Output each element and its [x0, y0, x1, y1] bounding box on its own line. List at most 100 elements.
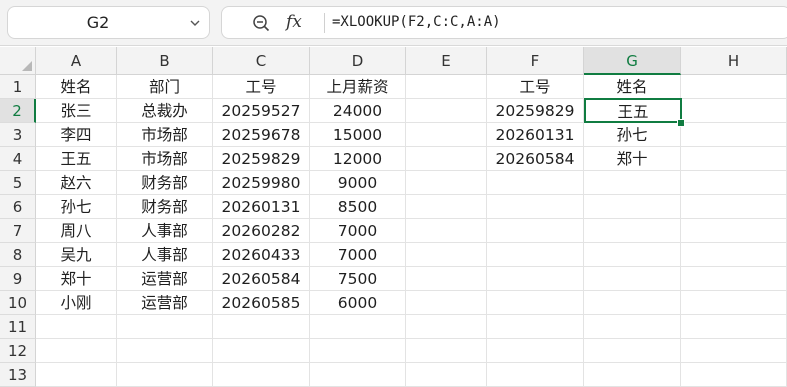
cell-h4[interactable] [681, 147, 787, 171]
row-header-8[interactable]: 8 [0, 243, 36, 267]
cell-g10[interactable] [584, 291, 681, 315]
cell-d6[interactable]: 8500 [310, 195, 406, 219]
cell-g6[interactable] [584, 195, 681, 219]
cell-f9[interactable] [487, 267, 584, 291]
cell-a13[interactable] [36, 363, 117, 387]
cell-h3[interactable] [681, 123, 787, 147]
cell-c3[interactable]: 20259678 [213, 123, 310, 147]
cell-e3[interactable] [406, 123, 487, 147]
cell-h12[interactable] [681, 339, 787, 363]
cell-h7[interactable] [681, 219, 787, 243]
cell-c7[interactable]: 20260282 [213, 219, 310, 243]
cell-f12[interactable] [487, 339, 584, 363]
row-header-7[interactable]: 7 [0, 219, 36, 243]
column-header-c[interactable]: C [213, 47, 310, 75]
cell-a1[interactable]: 姓名 [36, 75, 117, 99]
cell-d1[interactable]: 上月薪资 [310, 75, 406, 99]
cell-c6[interactable]: 20260131 [213, 195, 310, 219]
cell-c11[interactable] [213, 315, 310, 339]
column-header-e[interactable]: E [406, 47, 487, 75]
cell-e8[interactable] [406, 243, 487, 267]
chevron-down-icon[interactable] [189, 17, 201, 29]
cell-h2[interactable] [681, 99, 787, 123]
cell-e13[interactable] [406, 363, 487, 387]
cell-c1[interactable]: 工号 [213, 75, 310, 99]
cell-g7[interactable] [584, 219, 681, 243]
row-header-5[interactable]: 5 [0, 171, 36, 195]
function-icon[interactable]: fx [286, 10, 312, 34]
cell-h6[interactable] [681, 195, 787, 219]
cell-f10[interactable] [487, 291, 584, 315]
cell-f8[interactable] [487, 243, 584, 267]
cell-a9[interactable]: 郑十 [36, 267, 117, 291]
cell-b2[interactable]: 总裁办 [117, 99, 213, 123]
cell-c4[interactable]: 20259829 [213, 147, 310, 171]
cell-f6[interactable] [487, 195, 584, 219]
cell-g13[interactable] [584, 363, 681, 387]
cell-d11[interactable] [310, 315, 406, 339]
cell-e7[interactable] [406, 219, 487, 243]
cell-g9[interactable] [584, 267, 681, 291]
cell-e11[interactable] [406, 315, 487, 339]
cell-h11[interactable] [681, 315, 787, 339]
row-header-13[interactable]: 13 [0, 363, 36, 387]
row-header-1[interactable]: 1 [0, 75, 36, 99]
cell-h5[interactable] [681, 171, 787, 195]
cell-d2[interactable]: 24000 [310, 99, 406, 123]
cell-b6[interactable]: 财务部 [117, 195, 213, 219]
cell-b9[interactable]: 运营部 [117, 267, 213, 291]
cell-g1[interactable]: 姓名 [584, 75, 681, 99]
cell-c8[interactable]: 20260433 [213, 243, 310, 267]
cell-f4[interactable]: 20260584 [487, 147, 584, 171]
cell-f13[interactable] [487, 363, 584, 387]
cell-e12[interactable] [406, 339, 487, 363]
cell-e1[interactable] [406, 75, 487, 99]
cell-h13[interactable] [681, 363, 787, 387]
cell-b3[interactable]: 市场部 [117, 123, 213, 147]
cell-e10[interactable] [406, 291, 487, 315]
formula-input[interactable]: =XLOOKUP(F2,C:C,A:A) [332, 7, 501, 38]
cell-h10[interactable] [681, 291, 787, 315]
cell-a12[interactable] [36, 339, 117, 363]
cell-d13[interactable] [310, 363, 406, 387]
row-header-2[interactable]: 2 [0, 99, 36, 123]
cell-a4[interactable]: 王五 [36, 147, 117, 171]
cell-h9[interactable] [681, 267, 787, 291]
row-header-11[interactable]: 11 [0, 315, 36, 339]
cell-d9[interactable]: 7500 [310, 267, 406, 291]
row-header-3[interactable]: 3 [0, 123, 36, 147]
column-header-g[interactable]: G [584, 47, 681, 75]
select-all-button[interactable] [0, 47, 36, 75]
column-header-b[interactable]: B [117, 47, 213, 75]
cell-d12[interactable] [310, 339, 406, 363]
cell-b1[interactable]: 部门 [117, 75, 213, 99]
cell-g12[interactable] [584, 339, 681, 363]
cell-e4[interactable] [406, 147, 487, 171]
column-header-h[interactable]: H [681, 47, 787, 75]
name-box[interactable]: G2 [7, 6, 210, 39]
cell-b11[interactable] [117, 315, 213, 339]
cell-f5[interactable] [487, 171, 584, 195]
column-header-d[interactable]: D [310, 47, 406, 75]
cell-e2[interactable] [406, 99, 487, 123]
cell-b7[interactable]: 人事部 [117, 219, 213, 243]
cell-g8[interactable] [584, 243, 681, 267]
cell-d3[interactable]: 15000 [310, 123, 406, 147]
cell-f1[interactable]: 工号 [487, 75, 584, 99]
cell-c5[interactable]: 20259980 [213, 171, 310, 195]
row-header-9[interactable]: 9 [0, 267, 36, 291]
cell-d10[interactable]: 6000 [310, 291, 406, 315]
cell-a10[interactable]: 小刚 [36, 291, 117, 315]
cell-b8[interactable]: 人事部 [117, 243, 213, 267]
cell-g5[interactable] [584, 171, 681, 195]
cell-f7[interactable] [487, 219, 584, 243]
cell-c2[interactable]: 20259527 [213, 99, 310, 123]
cell-b5[interactable]: 财务部 [117, 171, 213, 195]
cell-c12[interactable] [213, 339, 310, 363]
row-header-4[interactable]: 4 [0, 147, 36, 171]
cell-f11[interactable] [487, 315, 584, 339]
row-header-6[interactable]: 6 [0, 195, 36, 219]
cell-a3[interactable]: 李四 [36, 123, 117, 147]
row-header-10[interactable]: 10 [0, 291, 36, 315]
cell-d5[interactable]: 9000 [310, 171, 406, 195]
